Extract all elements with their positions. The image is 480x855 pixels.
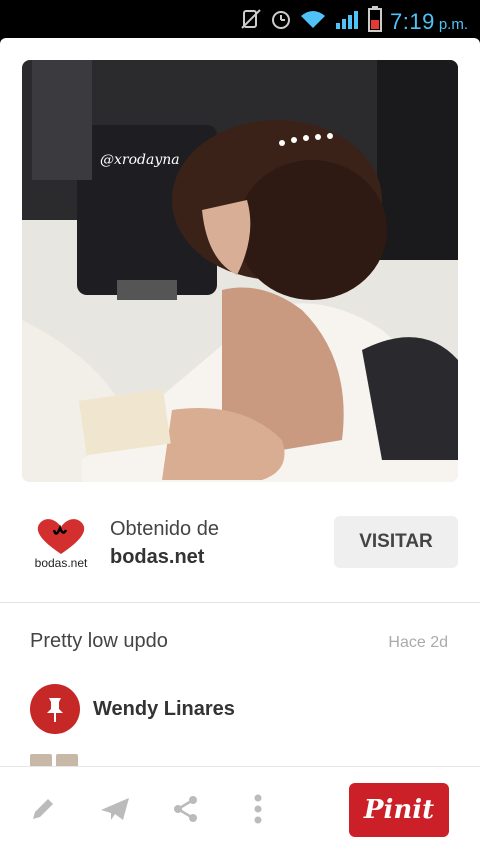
divider — [0, 602, 480, 603]
visit-button[interactable]: VISITAR — [334, 516, 458, 568]
share-icon[interactable] — [164, 787, 208, 831]
source-site[interactable]: bodas.net — [110, 546, 204, 569]
pinner-name[interactable]: Wendy Linares — [93, 698, 235, 721]
pinit-button[interactable]: Pinit — [349, 783, 449, 837]
status-bar: 7:19 p.m. — [0, 0, 480, 38]
status-time: 7:19 — [389, 8, 435, 34]
image-watermark: @xrodayna — [100, 152, 180, 168]
status-ampm: p.m. — [438, 15, 468, 33]
pin-card: @xrodayna bodas.net Obtenido de bodas.ne… — [0, 38, 480, 855]
action-toolbar: Pinit — [0, 766, 480, 855]
source-section: bodas.net Obtenido de bodas.net VISITAR — [0, 508, 480, 598]
alarm-icon — [270, 8, 292, 35]
edit-icon[interactable] — [21, 787, 65, 831]
pin-image[interactable]: @xrodayna — [22, 60, 458, 482]
source-logo-text: bodas.net — [34, 556, 88, 570]
send-icon[interactable] — [93, 787, 137, 831]
more-icon[interactable] — [236, 787, 280, 831]
wifi-icon — [300, 8, 326, 35]
battery-icon — [367, 6, 382, 37]
pinner-avatar[interactable] — [30, 684, 80, 734]
pin-timestamp: Hace 2d — [388, 634, 448, 651]
no-sim-icon — [240, 8, 262, 35]
pin-description: Pretty low updo — [30, 630, 168, 652]
source-label: Obtenido de — [110, 518, 219, 540]
signal-icon — [334, 8, 360, 35]
